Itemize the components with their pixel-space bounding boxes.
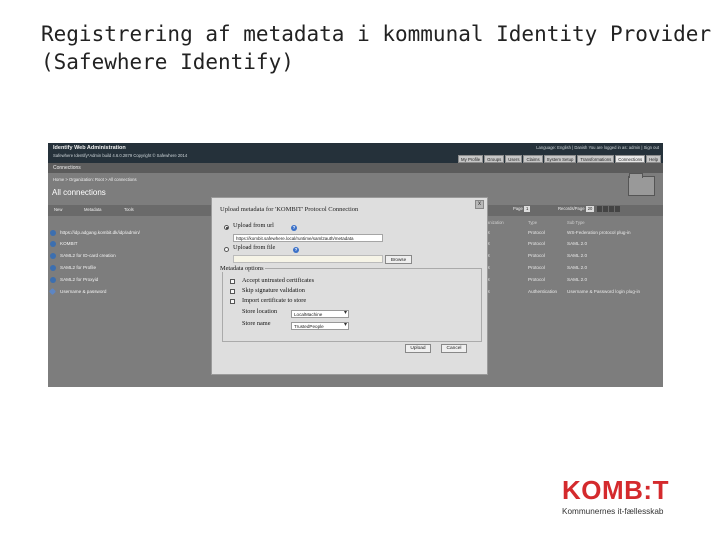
browse-button[interactable]: Browse [385,255,412,264]
app-title: Identify Web Administration [53,145,126,151]
breadcrumb[interactable]: Home > Organization: Root > All connecti… [53,177,137,182]
next-page-icon[interactable] [608,206,614,212]
connection-subtype: Username & Password login plug-in [567,289,641,294]
user-bar[interactable]: Language: English | Danish You are logge… [536,145,659,150]
section-bar: Connections [48,163,663,173]
app-header: Identify Web Administration Safewhere Id… [48,143,663,163]
metadata-file-input[interactable] [233,255,383,263]
slide-title-line-2: (Safewhere Identify) [41,50,294,74]
connection-name[interactable]: Username & password [60,289,106,294]
globe-icon [50,253,56,259]
page-size: Records/Page 20 [558,206,620,212]
help-icon[interactable]: ? [293,247,299,253]
store-name-select[interactable]: TrustedPeople [291,322,349,330]
connection-subtype: SAML 2.0 [567,277,588,282]
globe-icon [50,265,56,271]
last-page-icon[interactable] [614,206,620,212]
tools-menu[interactable]: Tools [124,207,134,212]
col-type[interactable]: Type [528,220,537,225]
tab-groups[interactable]: Groups [484,155,505,163]
page-input[interactable]: 1 [523,206,531,212]
accept-untrusted-checkbox[interactable] [230,279,235,284]
skip-signature-label: Skip signature validation [242,287,305,294]
upload-metadata-dialog: Upload metadata for 'KOMBIT' Protocol Co… [211,197,488,375]
globe-icon [50,230,56,236]
tab-connections[interactable]: Connections [615,155,646,163]
tab-users[interactable]: Users [505,155,523,163]
connection-subtype: WS-Federation protocol plug-in [567,230,631,235]
upload-button[interactable]: Upload [405,344,431,353]
globe-icon [50,277,56,283]
connection-subtype: SAML 2.0 [567,253,588,258]
prev-page-icon[interactable] [602,206,608,212]
page-title: All connections [52,188,106,197]
metadata-menu[interactable]: Metadata [84,207,101,212]
connection-subtype: SAML 2.0 [567,265,588,270]
cancel-button[interactable]: Cancel [441,344,467,353]
kombit-logo: KOMB:T [562,475,669,505]
main-tabs: My Profile Groups Users Claims System Se… [458,155,661,163]
page-label: Page [513,206,523,212]
dialog-title: Upload metadata for 'KOMBIT' Protocol Co… [220,206,359,213]
store-location-label: Store location [242,308,278,315]
admin-screenshot: Identify Web Administration Safewhere Id… [48,143,663,387]
connection-subtype: SAML 2.0 [567,241,588,246]
close-icon[interactable]: x [475,200,484,209]
connection-type: Protocol [528,277,545,282]
tab-help[interactable]: Help [646,155,661,163]
connection-type: Authentication [528,289,558,294]
connection-name[interactable]: SAML2 for ID-card creation [60,253,116,258]
metadata-url-input[interactable]: https://kombit.safewhere.local/runtime/s… [233,234,383,242]
app-subtitle: Safewhere Identify*Admin build 4.6.0.287… [53,153,188,158]
connection-name[interactable]: SAML2 for Profile [60,265,96,270]
page-size-label: Records/Page [558,206,585,212]
tool-icon [48,287,57,296]
slide-title-line-1: Registrering af metadata i kommunal Iden… [41,22,712,46]
import-certificate-checkbox[interactable] [230,299,235,304]
upload-from-file-radio[interactable] [224,247,229,252]
connection-type: Protocol [528,230,545,235]
tab-system-setup[interactable]: System Setup [543,155,577,163]
tab-transformations[interactable]: Transformations [577,155,615,163]
upload-from-file-label: Upload from file [233,244,276,251]
tab-my-profile[interactable]: My Profile [458,155,484,163]
col-subtype[interactable]: Sub Type [567,220,585,225]
connection-type: Protocol [528,265,545,270]
first-page-icon[interactable] [596,206,602,212]
connection-name[interactable]: KOMBIT [60,241,78,246]
import-certificate-label: Import certificate to store [242,297,307,304]
skip-signature-checkbox[interactable] [230,289,235,294]
folder-icon [628,173,655,196]
connection-type: Protocol [528,241,545,246]
tab-claims[interactable]: Claims [523,155,543,163]
store-location-select[interactable]: LocalMachine [291,310,349,318]
slide-title: Registrering af metadata i kommunal Iden… [41,20,712,76]
upload-from-url-label: Upload from url [233,222,274,229]
help-icon[interactable]: ? [291,225,297,231]
connection-name[interactable]: SAML2 for Proxyid [60,277,98,282]
kombit-tagline: Kommunernes it-fællesskab [562,507,664,516]
pager: Page 1 [513,206,531,212]
store-name-label: Store name [242,320,271,327]
upload-from-url-radio[interactable] [224,225,229,230]
connection-type: Protocol [528,253,545,258]
accept-untrusted-label: Accept untrusted certificates [242,277,315,284]
section-title: Connections [53,165,81,171]
new-menu[interactable]: New [54,207,62,212]
globe-icon [50,241,56,247]
connection-name[interactable]: https://idp.adgang.kombit.dk/idp/admin/ [60,230,140,235]
metadata-options-legend: Metadata options [219,265,265,272]
page-size-select[interactable]: 20 [585,206,595,212]
